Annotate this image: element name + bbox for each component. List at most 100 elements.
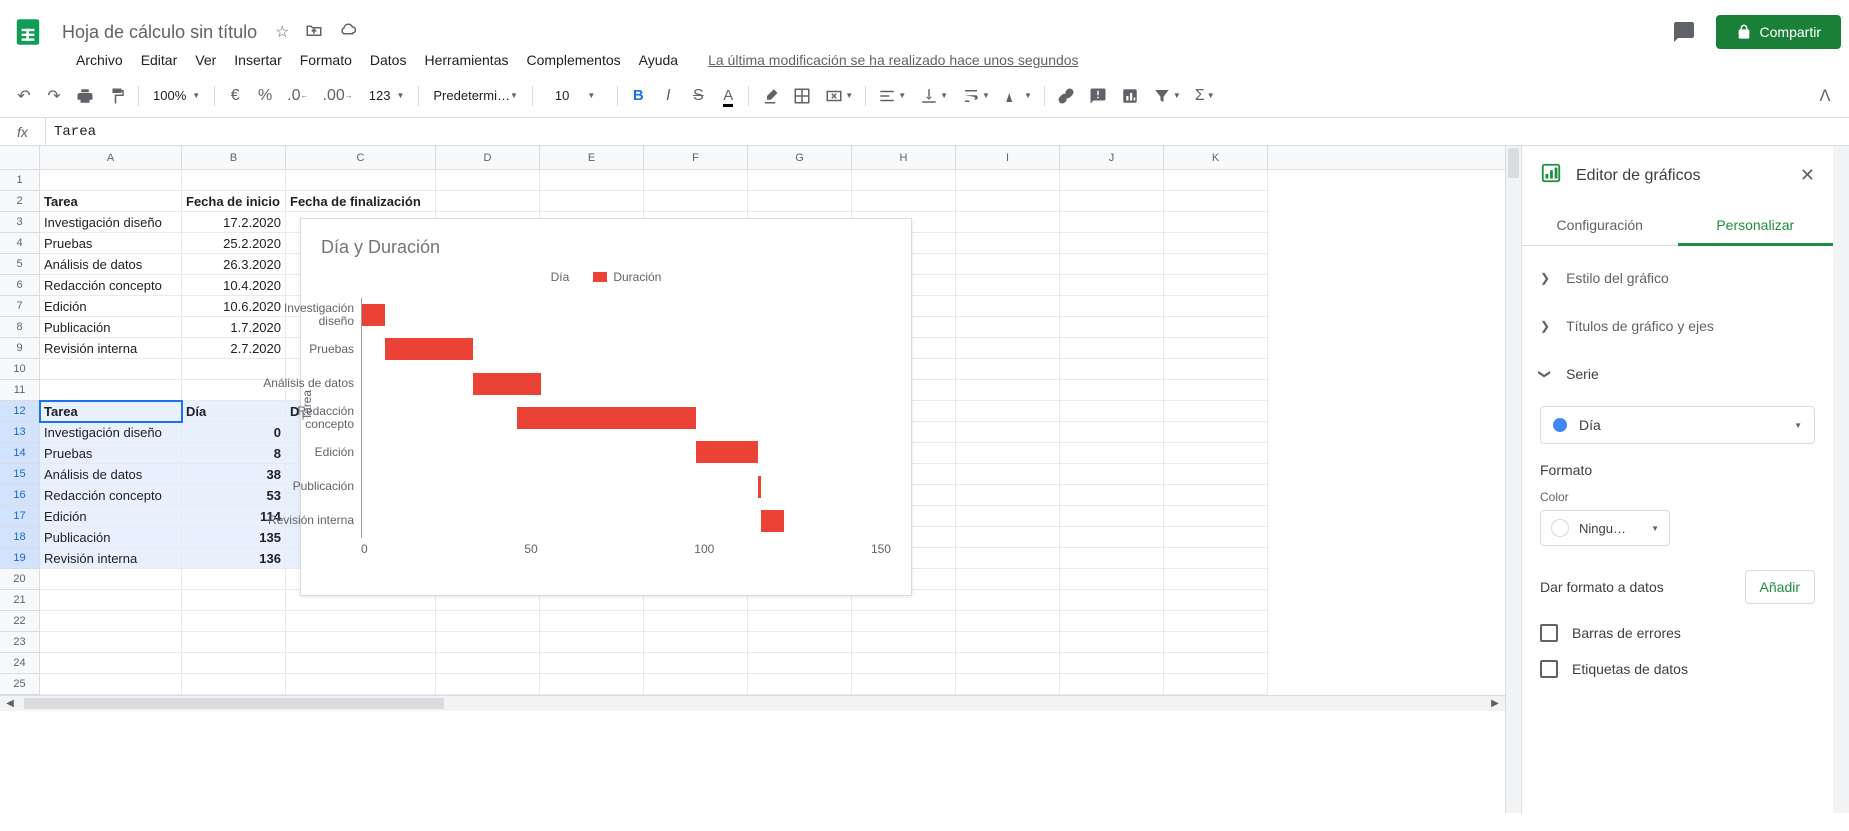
row-header[interactable]: 18: [0, 527, 40, 548]
text-rotate-button[interactable]: ▼: [998, 82, 1038, 110]
cell[interactable]: [956, 443, 1060, 464]
col-header-J[interactable]: J: [1060, 146, 1164, 169]
section-series[interactable]: ❯ Serie: [1522, 350, 1833, 398]
cell[interactable]: [40, 611, 182, 632]
cell[interactable]: [852, 653, 956, 674]
spreadsheet-grid[interactable]: ABCDEFGHIJK 12TareaFecha de inicioFecha …: [0, 146, 1505, 813]
bold-button[interactable]: B: [624, 82, 652, 110]
menu-archivo[interactable]: Archivo: [68, 48, 131, 72]
cell[interactable]: [644, 674, 748, 695]
cell[interactable]: [956, 359, 1060, 380]
cell[interactable]: [748, 611, 852, 632]
cell[interactable]: [540, 653, 644, 674]
cell[interactable]: [40, 653, 182, 674]
cell[interactable]: [1060, 170, 1164, 191]
cell[interactable]: [1060, 443, 1164, 464]
formula-input[interactable]: Tarea: [46, 124, 1849, 140]
cell[interactable]: [852, 191, 956, 212]
cell[interactable]: [1060, 233, 1164, 254]
cell[interactable]: [1060, 212, 1164, 233]
insert-comment-button[interactable]: [1083, 82, 1113, 110]
row-header[interactable]: 6: [0, 275, 40, 296]
cell[interactable]: [852, 611, 956, 632]
font-size-select[interactable]: 10▼: [539, 84, 611, 107]
cell[interactable]: [956, 485, 1060, 506]
cell[interactable]: Redacción concepto: [40, 485, 182, 506]
cell[interactable]: [644, 611, 748, 632]
fx-label[interactable]: fx: [0, 118, 46, 145]
cell[interactable]: [1164, 590, 1268, 611]
cell[interactable]: [540, 191, 644, 212]
strikethrough-button[interactable]: S: [684, 82, 712, 110]
text-color-button[interactable]: A: [714, 82, 742, 110]
cell[interactable]: [182, 611, 286, 632]
cell[interactable]: [956, 653, 1060, 674]
font-family-select[interactable]: Predetermi…▼: [425, 84, 526, 107]
text-wrap-button[interactable]: ▼: [956, 82, 996, 110]
cell[interactable]: [436, 632, 540, 653]
cell[interactable]: [182, 674, 286, 695]
cell[interactable]: Revisión interna: [40, 548, 182, 569]
cell[interactable]: [1060, 527, 1164, 548]
cell[interactable]: [1060, 506, 1164, 527]
print-button[interactable]: [70, 82, 100, 110]
cell[interactable]: [956, 632, 1060, 653]
cell[interactable]: Fecha de finalización: [286, 191, 436, 212]
cell[interactable]: [1164, 443, 1268, 464]
italic-button[interactable]: I: [654, 82, 682, 110]
cell[interactable]: [436, 170, 540, 191]
cell[interactable]: [1164, 674, 1268, 695]
cell[interactable]: [40, 590, 182, 611]
borders-button[interactable]: [787, 82, 817, 110]
move-icon[interactable]: [301, 17, 327, 48]
cell[interactable]: [1060, 191, 1164, 212]
cell[interactable]: [956, 464, 1060, 485]
checkbox-data-labels[interactable]: Etiquetas de datos: [1540, 660, 1815, 678]
functions-button[interactable]: Σ▼: [1189, 82, 1221, 110]
doc-title[interactable]: Hoja de cálculo sin título: [56, 20, 263, 45]
menu-datos[interactable]: Datos: [362, 48, 415, 72]
cell[interactable]: [1060, 548, 1164, 569]
cell[interactable]: Tarea: [40, 191, 182, 212]
cell[interactable]: [436, 674, 540, 695]
row-header[interactable]: 23: [0, 632, 40, 653]
cell[interactable]: [1060, 338, 1164, 359]
cell[interactable]: [436, 653, 540, 674]
cell[interactable]: [1060, 296, 1164, 317]
cell[interactable]: [956, 296, 1060, 317]
cell[interactable]: [852, 632, 956, 653]
star-icon[interactable]: ☆: [271, 18, 293, 46]
cell[interactable]: [286, 632, 436, 653]
cell[interactable]: 17.2.2020: [182, 212, 286, 233]
row-header[interactable]: 2: [0, 191, 40, 212]
cell[interactable]: [1164, 170, 1268, 191]
cell[interactable]: [1060, 254, 1164, 275]
cloud-icon[interactable]: [335, 17, 361, 48]
cell[interactable]: [436, 191, 540, 212]
cell[interactable]: [644, 191, 748, 212]
sheets-logo[interactable]: [8, 12, 48, 52]
filter-button[interactable]: ▼: [1147, 82, 1187, 110]
cell[interactable]: Fecha de inicio: [182, 191, 286, 212]
cell[interactable]: [540, 632, 644, 653]
share-button[interactable]: Compartir: [1716, 15, 1841, 49]
menu-insertar[interactable]: Insertar: [226, 48, 289, 72]
cell[interactable]: [1060, 422, 1164, 443]
row-header[interactable]: 8: [0, 317, 40, 338]
cell[interactable]: [1164, 212, 1268, 233]
col-header-H[interactable]: H: [852, 146, 956, 169]
row-header[interactable]: 10: [0, 359, 40, 380]
menu-herramientas[interactable]: Herramientas: [416, 48, 516, 72]
row-header[interactable]: 22: [0, 611, 40, 632]
cell[interactable]: [852, 170, 956, 191]
cell[interactable]: [1060, 611, 1164, 632]
cell[interactable]: Investigación diseño: [40, 212, 182, 233]
section-titles[interactable]: ❯ Títulos de gráfico y ejes: [1522, 302, 1833, 350]
cell[interactable]: [1164, 380, 1268, 401]
cell[interactable]: 25.2.2020: [182, 233, 286, 254]
comment-history-icon[interactable]: [1664, 12, 1704, 52]
row-header[interactable]: 20: [0, 569, 40, 590]
menu-complementos[interactable]: Complementos: [518, 48, 628, 72]
cell[interactable]: [1164, 527, 1268, 548]
cell[interactable]: [1060, 359, 1164, 380]
